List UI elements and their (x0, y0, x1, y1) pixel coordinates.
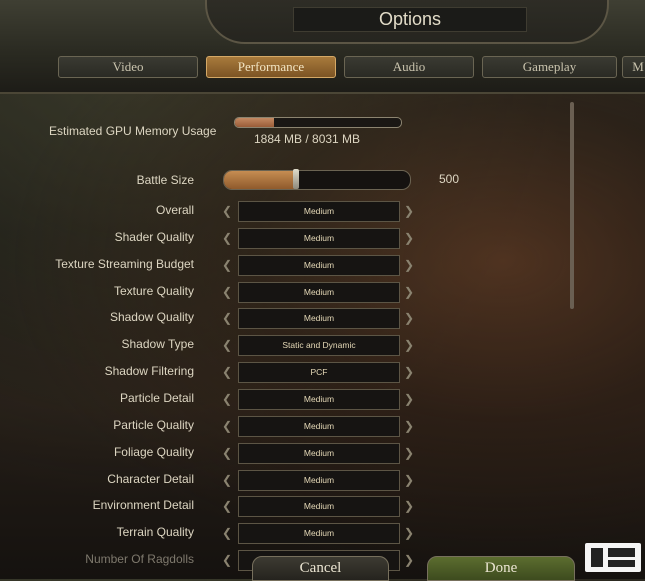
chevron-left-icon[interactable]: ❮ (218, 281, 236, 303)
chevron-right-icon[interactable]: ❯ (400, 334, 418, 356)
setting-value-selector[interactable]: Medium (238, 416, 400, 437)
setting-label: Shadow Quality (109, 310, 194, 324)
chevron-right-icon[interactable]: ❯ (400, 442, 418, 464)
setting-label: Character Detail (107, 472, 194, 486)
tab-audio[interactable]: Audio (344, 56, 474, 78)
setting-label: Terrain Quality (116, 525, 194, 539)
chevron-left-icon[interactable]: ❮ (218, 254, 236, 276)
battle-size-slider[interactable] (223, 170, 411, 190)
battle-size-value: 500 (439, 172, 460, 186)
gpu-memory-bar (234, 117, 402, 128)
setting-label: Particle Quality (113, 418, 194, 432)
chevron-left-icon[interactable]: ❮ (218, 388, 236, 410)
setting-label: Texture Quality (113, 284, 194, 298)
tab-performance[interactable]: Performance (206, 56, 336, 78)
chevron-right-icon[interactable]: ❯ (400, 227, 418, 249)
battle-size-label: Battle Size (136, 173, 194, 187)
window-title: Options (293, 7, 527, 32)
chevron-right-icon[interactable]: ❯ (400, 200, 418, 222)
setting-value-selector[interactable]: Static and Dynamic (238, 335, 400, 356)
chevron-right-icon[interactable]: ❯ (400, 415, 418, 437)
logo-shape (608, 548, 635, 557)
setting-label: Foliage Quality (113, 445, 194, 459)
watermark-logo (585, 543, 641, 572)
chevron-right-icon[interactable]: ❯ (400, 254, 418, 276)
tab-gameplay[interactable]: Gameplay (482, 56, 617, 78)
setting-value-selector[interactable]: Medium (238, 470, 400, 491)
chevron-left-icon[interactable]: ❮ (218, 307, 236, 329)
cancel-button[interactable]: Cancel (252, 556, 389, 581)
chevron-left-icon[interactable]: ❮ (218, 227, 236, 249)
chevron-right-icon[interactable]: ❯ (400, 388, 418, 410)
chevron-left-icon[interactable]: ❮ (218, 415, 236, 437)
setting-label: Shader Quality (114, 230, 194, 244)
battle-size-fill (224, 171, 297, 189)
tab-video[interactable]: Video (58, 56, 198, 78)
tab-more[interactable]: M (622, 56, 645, 78)
battle-size-handle[interactable] (293, 169, 299, 189)
chevron-left-icon[interactable]: ❮ (218, 522, 236, 544)
setting-value-selector[interactable]: Medium (238, 255, 400, 276)
setting-value-selector[interactable]: Medium (238, 443, 400, 464)
chevron-left-icon[interactable]: ❮ (218, 361, 236, 383)
chevron-right-icon[interactable]: ❯ (400, 549, 418, 571)
gpu-memory-label: Estimated GPU Memory Usage (49, 124, 217, 138)
chevron-right-icon[interactable]: ❯ (400, 495, 418, 517)
logo-shape (608, 560, 635, 567)
chevron-right-icon[interactable]: ❯ (400, 469, 418, 491)
setting-label: Shadow Type (121, 337, 195, 351)
setting-value-selector[interactable]: Medium (238, 308, 400, 329)
chevron-left-icon[interactable]: ❮ (218, 442, 236, 464)
gpu-memory-fill (235, 118, 274, 127)
setting-label: Particle Detail (119, 391, 194, 405)
scrollbar[interactable] (570, 102, 574, 309)
setting-value-selector[interactable]: Medium (238, 228, 400, 249)
chevron-right-icon[interactable]: ❯ (400, 522, 418, 544)
setting-label: Environment Detail (92, 498, 194, 512)
setting-value-selector[interactable]: Medium (238, 496, 400, 517)
chevron-left-icon[interactable]: ❮ (218, 469, 236, 491)
setting-value-selector[interactable]: PCF (238, 362, 400, 383)
setting-value-selector[interactable]: Medium (238, 201, 400, 222)
setting-label: Texture Streaming Budget (55, 257, 194, 271)
chevron-left-icon[interactable]: ❮ (218, 495, 236, 517)
setting-label: Number Of Ragdolls (85, 552, 194, 566)
setting-label: Overall (155, 203, 194, 217)
gpu-memory-value: 1884 MB / 8031 MB (254, 132, 361, 146)
chevron-left-icon[interactable]: ❮ (218, 549, 236, 571)
chevron-right-icon[interactable]: ❯ (400, 281, 418, 303)
logo-shape (591, 548, 603, 567)
setting-value-selector[interactable]: Medium (238, 523, 400, 544)
chevron-right-icon[interactable]: ❯ (400, 361, 418, 383)
chevron-left-icon[interactable]: ❮ (218, 200, 236, 222)
done-button[interactable]: Done (427, 556, 575, 581)
setting-value-selector[interactable]: Medium (238, 282, 400, 303)
chevron-left-icon[interactable]: ❮ (218, 334, 236, 356)
setting-value-selector[interactable]: Medium (238, 389, 400, 410)
chevron-right-icon[interactable]: ❯ (400, 307, 418, 329)
setting-label: Shadow Filtering (104, 364, 194, 378)
options-header: Options (0, 0, 645, 94)
